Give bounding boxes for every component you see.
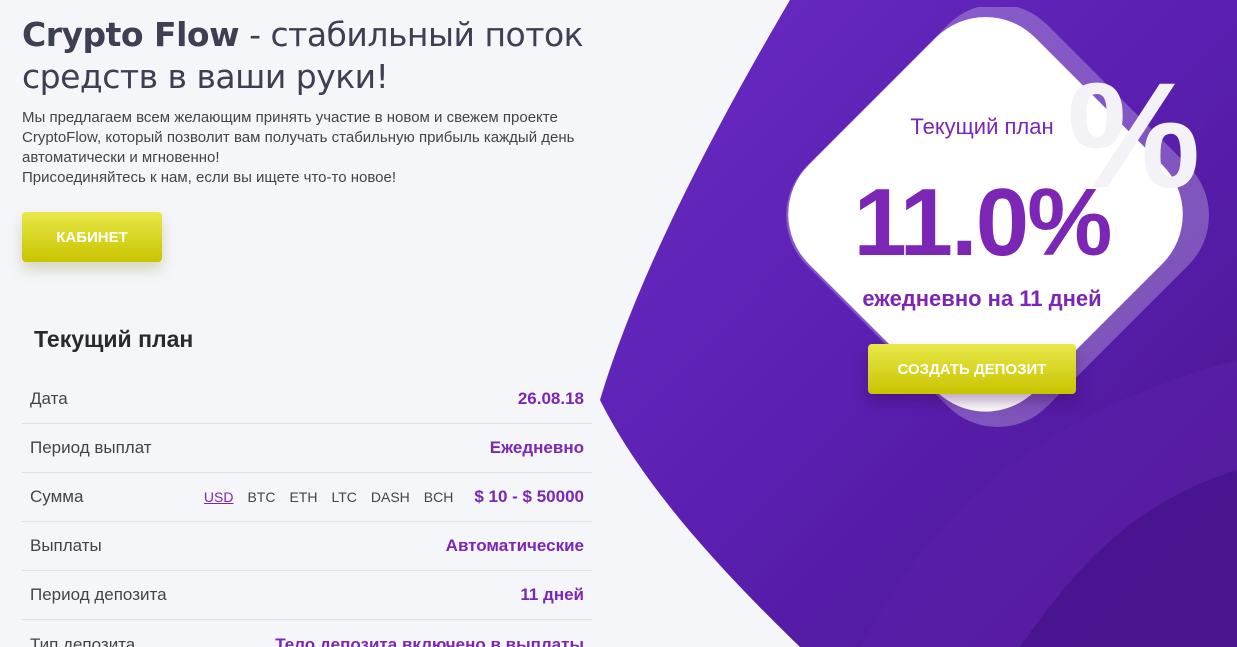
row-value: 26.08.18 xyxy=(517,389,584,408)
table-row: Тип депозита Тело депозита включено в вы… xyxy=(22,620,592,647)
page-title: Crypto Flow - стабильный поток средств в… xyxy=(22,14,622,98)
row-value: $ 10 - $ 50000 xyxy=(474,487,584,506)
table-row: Период депозита 11 дней xyxy=(22,571,592,620)
currency-eth[interactable]: ETH xyxy=(289,489,317,505)
currency-bch[interactable]: BCH xyxy=(424,489,454,505)
row-value: 11 дней xyxy=(520,585,584,604)
card-rate: 11.0% xyxy=(853,169,1113,276)
row-label: Дата xyxy=(30,389,68,408)
row-value: Ежедневно xyxy=(489,438,584,457)
row-label: Период депозита xyxy=(30,585,167,604)
row-label: Тип депозита xyxy=(30,634,136,647)
row-value: Автоматические xyxy=(445,536,584,555)
create-deposit-button[interactable]: Создать депозит xyxy=(868,344,1076,394)
plan-table: Дата 26.08.18 Период выплат Ежедневно Су… xyxy=(22,375,592,647)
amount-group: USD BTC ETH LTC DASH BCH $ 10 - $ 50000 xyxy=(197,487,584,507)
row-label: Сумма xyxy=(30,487,84,506)
cabinet-button[interactable]: Кабинет xyxy=(22,212,162,262)
card-subtitle: Текущий план xyxy=(910,114,1054,139)
brand-name: Crypto Flow xyxy=(22,15,240,54)
hero-section: Crypto Flow - стабильный поток средств в… xyxy=(22,14,622,647)
card-period: ежедневно на 11 дней xyxy=(862,286,1102,311)
currency-dash[interactable]: DASH xyxy=(371,489,410,505)
row-label: Период выплат xyxy=(30,438,152,457)
row-label: Выплаты xyxy=(30,536,102,555)
intro-text: Мы предлагаем всем желающим принять учас… xyxy=(22,108,602,188)
intro-line: Присоединяйтесь к нам, если вы ищете что… xyxy=(22,169,396,186)
table-row: Период выплат Ежедневно xyxy=(22,424,592,473)
currency-selector: USD BTC ETH LTC DASH BCH xyxy=(197,489,460,505)
table-row: Дата 26.08.18 xyxy=(22,375,592,424)
table-row: Выплаты Автоматические xyxy=(22,522,592,571)
currency-ltc[interactable]: LTC xyxy=(331,489,356,505)
currency-usd[interactable]: USD xyxy=(204,489,234,505)
row-value: Тело депозита включено в выплаты xyxy=(275,634,584,647)
table-row: Сумма USD BTC ETH LTC DASH BCH $ 10 - $ … xyxy=(22,473,592,522)
plan-title: Текущий план xyxy=(34,326,194,352)
currency-btc[interactable]: BTC xyxy=(247,489,275,505)
intro-line: Мы предлагаем всем желающим принять учас… xyxy=(22,109,575,166)
